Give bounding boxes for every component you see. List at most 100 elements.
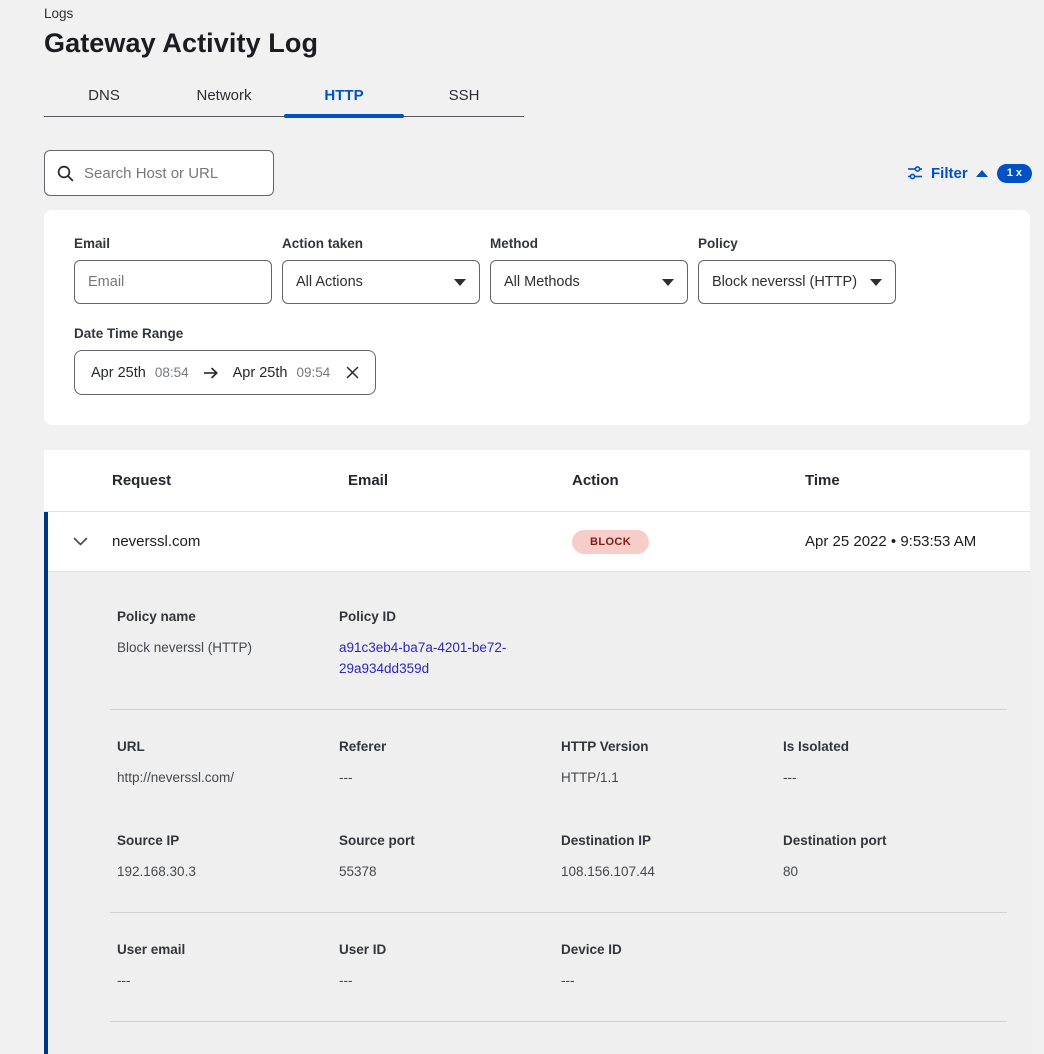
tab-http-label: HTTP <box>324 87 363 104</box>
destination-ip-label: Destination IP <box>561 833 783 848</box>
request-detail-row-2: Source IP 192.168.30.3 Source port 55378… <box>117 833 1007 882</box>
column-header-request: Request <box>112 472 348 489</box>
url-field: URL http://neverssl.com/ <box>117 739 339 788</box>
tab-bar: DNS Network HTTP SSH <box>44 75 524 117</box>
date-range-label: Date Time Range <box>74 326 1000 341</box>
source-port-value: 55378 <box>339 861 561 882</box>
policy-id-label: Policy ID <box>339 609 561 624</box>
caret-down-icon <box>662 279 674 286</box>
row-request-value: neverssl.com <box>112 533 348 550</box>
filter-count-badge[interactable]: 1 x <box>997 164 1032 183</box>
column-header-email: Email <box>348 472 572 489</box>
url-label: URL <box>117 739 339 754</box>
url-value: http://neverssl.com/ <box>117 767 339 788</box>
search-icon <box>57 165 74 182</box>
method-select[interactable]: All Methods <box>490 260 688 304</box>
tab-ssh-label: SSH <box>449 87 480 104</box>
clear-date-range-icon[interactable] <box>346 366 359 379</box>
action-taken-label: Action taken <box>282 236 480 251</box>
http-version-label: HTTP Version <box>561 739 783 754</box>
chevron-down-icon <box>73 537 88 546</box>
gateway-activity-log-page: Logs Gateway Activity Log DNS Network HT… <box>0 0 1044 1054</box>
table-row[interactable]: neverssl.com BLOCK Apr 25 2022 • 9:53:53… <box>48 512 1030 572</box>
page-title: Gateway Activity Log <box>44 28 1044 59</box>
arrow-right-icon <box>203 366 219 380</box>
tab-dns[interactable]: DNS <box>44 75 164 116</box>
referer-field: Referer --- <box>339 739 561 788</box>
http-version-value: HTTP/1.1 <box>561 767 783 788</box>
is-isolated-field: Is Isolated --- <box>783 739 1007 788</box>
start-date: Apr 25th <box>91 365 146 381</box>
policy-name-value: Block neverssl (HTTP) <box>117 637 339 658</box>
destination-port-value: 80 <box>783 861 1007 882</box>
caret-down-icon <box>870 279 882 286</box>
filter-sliders-icon <box>907 165 923 181</box>
user-detail-row: User email --- User ID --- Device ID --- <box>117 942 1007 991</box>
search-box <box>44 150 274 196</box>
breadcrumb: Logs <box>44 6 1044 21</box>
section-divider <box>110 709 1007 710</box>
policy-value: Block neverssl (HTTP) <box>712 274 857 290</box>
policy-name-field: Policy name Block neverssl (HTTP) <box>117 609 339 679</box>
section-divider <box>110 912 1007 913</box>
email-filter-field: Email <box>74 236 272 304</box>
caret-down-icon <box>454 279 466 286</box>
method-value: All Methods <box>504 274 580 290</box>
request-detail-row-1: URL http://neverssl.com/ Referer --- HTT… <box>117 739 1007 788</box>
row-expander[interactable] <box>48 537 112 546</box>
device-id-label: Device ID <box>561 942 783 957</box>
policy-id-field: Policy ID a91c3eb4-ba7a-4201-be72-29a934… <box>339 609 561 679</box>
start-time: 08:54 <box>155 365 189 380</box>
tab-ssh[interactable]: SSH <box>404 75 524 116</box>
caret-up-icon <box>976 170 988 177</box>
tab-http[interactable]: HTTP <box>284 75 404 116</box>
expanded-row-group: neverssl.com BLOCK Apr 25 2022 • 9:53:53… <box>44 512 1030 1054</box>
destination-port-field: Destination port 80 <box>783 833 1007 882</box>
block-action-badge: BLOCK <box>572 530 649 554</box>
policy-field: Policy Block neverssl (HTTP) <box>698 236 896 304</box>
filter-field-row: Email Action taken All Actions Method Al… <box>74 236 1000 304</box>
device-id-field: Device ID --- <box>561 942 783 991</box>
policy-id-link[interactable]: a91c3eb4-ba7a-4201-be72-29a934dd359d <box>339 637 535 679</box>
source-ip-value: 192.168.30.3 <box>117 861 339 882</box>
column-header-action: Action <box>572 472 805 489</box>
is-isolated-label: Is Isolated <box>783 739 1007 754</box>
date-range-field[interactable]: Apr 25th 08:54 Apr 25th 09:54 <box>74 350 376 395</box>
referer-label: Referer <box>339 739 561 754</box>
action-taken-value: All Actions <box>296 274 363 290</box>
filter-controls: Filter 1 x <box>907 164 1032 183</box>
source-ip-label: Source IP <box>117 833 339 848</box>
tab-network[interactable]: Network <box>164 75 284 116</box>
filter-toggle-button[interactable]: Filter <box>907 165 988 182</box>
expanded-row-details: Policy name Block neverssl (HTTP) Policy… <box>48 572 1030 1054</box>
user-email-field: User email --- <box>117 942 339 991</box>
table-header-row: Request Email Action Time <box>44 450 1030 512</box>
section-divider <box>110 1021 1007 1022</box>
filter-label: Filter <box>931 165 968 182</box>
search-filter-row: Filter 1 x <box>44 150 1032 196</box>
policy-label: Policy <box>698 236 896 251</box>
device-id-value: --- <box>561 970 783 991</box>
destination-port-label: Destination port <box>783 833 1007 848</box>
policy-select[interactable]: Block neverssl (HTTP) <box>698 260 896 304</box>
email-filter-input[interactable] <box>74 260 272 304</box>
action-taken-field: Action taken All Actions <box>282 236 480 304</box>
method-field: Method All Methods <box>490 236 688 304</box>
tab-dns-label: DNS <box>88 87 120 104</box>
source-ip-field: Source IP 192.168.30.3 <box>117 833 339 882</box>
page-header: Logs Gateway Activity Log <box>0 0 1044 59</box>
user-email-value: --- <box>117 970 339 991</box>
action-taken-select[interactable]: All Actions <box>282 260 480 304</box>
search-input[interactable] <box>84 165 261 182</box>
row-time-value: Apr 25 2022 • 9:53:53 AM <box>805 533 1030 550</box>
http-version-field: HTTP Version HTTP/1.1 <box>561 739 783 788</box>
end-date: Apr 25th <box>233 365 288 381</box>
filter-panel: Email Action taken All Actions Method Al… <box>44 210 1030 425</box>
user-id-field: User ID --- <box>339 942 561 991</box>
method-label: Method <box>490 236 688 251</box>
referer-value: --- <box>339 767 561 788</box>
email-filter-label: Email <box>74 236 272 251</box>
destination-ip-field: Destination IP 108.156.107.44 <box>561 833 783 882</box>
is-isolated-value: --- <box>783 767 1007 788</box>
user-id-value: --- <box>339 970 561 991</box>
